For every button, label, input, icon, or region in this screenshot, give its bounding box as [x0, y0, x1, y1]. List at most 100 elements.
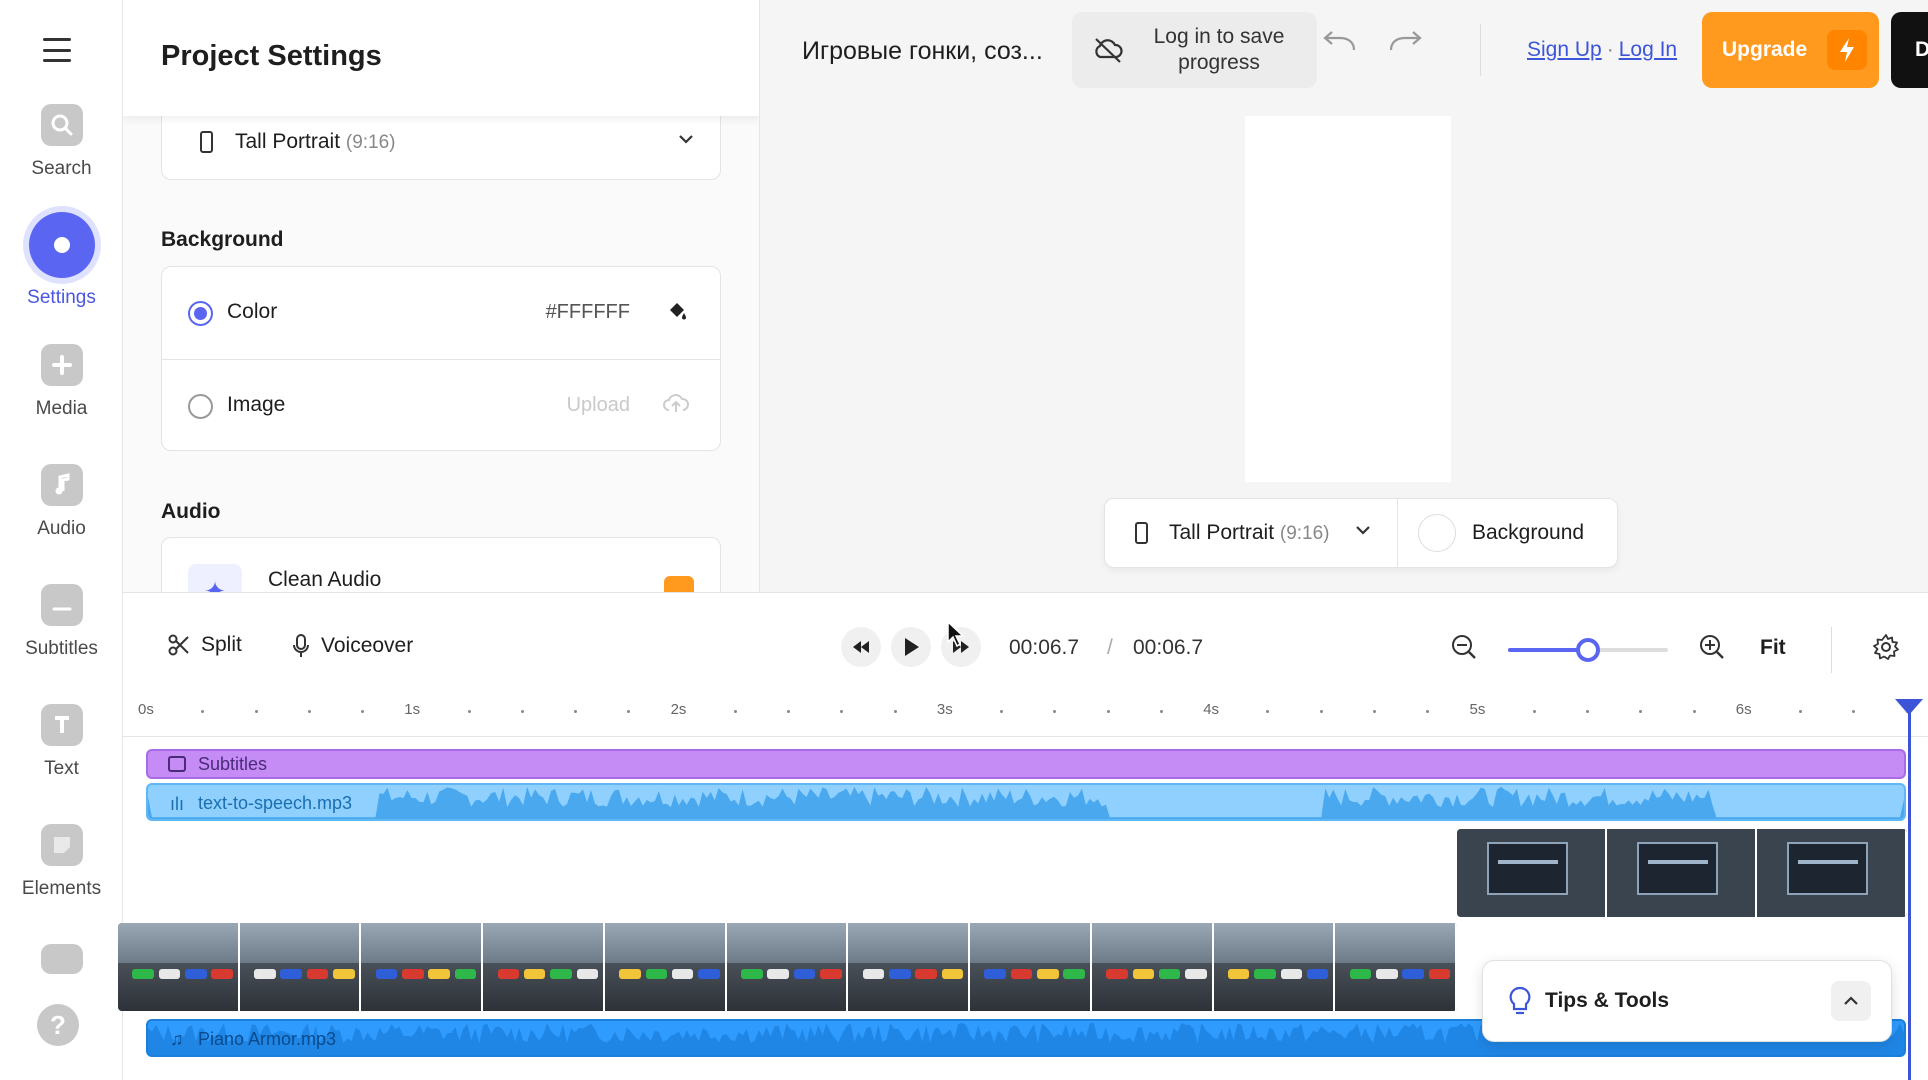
background-option-color[interactable]: Color #FFFFFF — [162, 267, 720, 359]
video-frame-thumbnail — [970, 923, 1092, 1011]
aspect-ratio: (9:16) — [345, 132, 396, 153]
sidebar-item-more[interactable] — [0, 944, 123, 974]
sidebar-item-text[interactable]: Text — [0, 704, 123, 814]
video-frame-thumbnail — [361, 923, 484, 1011]
sidebar-item-label: Settings — [27, 287, 96, 308]
canvas-aspect-dropdown[interactable]: Tall Portrait (9:16) — [1105, 499, 1398, 567]
sidebar-item-search[interactable]: Search — [0, 104, 123, 214]
subtitles-track-label: Subtitles — [198, 754, 268, 774]
video-frame-thumbnail — [483, 923, 605, 1011]
sidebar-item-settings[interactable]: Settings — [0, 212, 123, 322]
gear-icon[interactable] — [1872, 633, 1900, 661]
cloud-upload-icon[interactable] — [662, 392, 690, 416]
log-in-to-save-button[interactable]: Log in to save progress — [1072, 12, 1317, 88]
paint-bucket-icon[interactable] — [666, 299, 690, 323]
canvas-aspect-label: Tall Portrait — [1169, 521, 1275, 544]
left-sidebar: Search Settings Media Audio Subtitles Te… — [0, 0, 123, 1080]
sidebar-item-label: Elements — [21, 878, 102, 899]
sidebar-item-audio[interactable]: Audio — [0, 464, 123, 574]
ruler-minor-tick — [1106, 710, 1110, 713]
ruler-minor-tick — [787, 710, 791, 713]
canvas-background-button[interactable]: Background — [1398, 499, 1618, 567]
sidebar-item-label: Search — [31, 158, 92, 179]
video-icon — [40, 944, 83, 974]
log-in-link[interactable]: Log In — [1619, 38, 1677, 61]
play-icon — [905, 638, 919, 656]
redo-icon[interactable] — [1387, 30, 1425, 58]
phone-icon — [1135, 522, 1148, 544]
ruler-minor-tick — [520, 710, 524, 713]
playhead[interactable] — [1895, 699, 1923, 1080]
upload-button[interactable]: Upload — [567, 394, 630, 417]
color-radio[interactable] — [188, 301, 213, 326]
split-button[interactable]: Split — [167, 633, 242, 657]
dark-action-button[interactable]: D — [1891, 12, 1928, 88]
image-option-label: Image — [227, 393, 286, 416]
ruler-minor-tick — [254, 710, 258, 713]
collapse-button[interactable] — [1831, 981, 1871, 1021]
aspect-label: Tall Portrait — [235, 130, 341, 153]
canvas-aspect-ratio: (9:16) — [1279, 523, 1330, 544]
zoom-slider-handle[interactable] — [1576, 638, 1600, 662]
video-frame-thumbnail — [1757, 829, 1907, 917]
sidebar-item-media[interactable]: Media — [0, 344, 123, 454]
phone-icon — [200, 131, 213, 153]
ruler-minor-tick — [361, 710, 365, 713]
subtitles-icon — [168, 756, 186, 772]
help-icon[interactable]: ? — [37, 1004, 79, 1046]
ruler-minor-tick — [1053, 710, 1057, 713]
rewind-icon — [853, 641, 869, 653]
music-track-label: Piano Armor.mp3 — [198, 1029, 337, 1049]
ruler-minor-tick — [307, 710, 311, 713]
neural-networks-video-clip[interactable] — [1457, 829, 1907, 917]
lightbulb-icon — [1509, 986, 1531, 1015]
project-settings-panel: Project Settings Tall Portrait (9:16) Ba… — [123, 0, 760, 592]
upgrade-button[interactable]: Upgrade — [1702, 12, 1879, 88]
tts-waveform — [148, 786, 1904, 819]
racing-video-clip[interactable] — [118, 923, 1457, 1011]
ruler-tick: 0s — [138, 701, 154, 718]
zoom-slider[interactable] — [1508, 638, 1668, 662]
save-label: Log in to save progress — [1153, 25, 1285, 74]
ruler-minor-tick — [1266, 710, 1270, 713]
auth-separator: · — [1606, 38, 1614, 61]
background-option-image[interactable]: Image Upload — [162, 359, 720, 451]
ruler-divider — [123, 736, 1928, 737]
color-hex-value[interactable]: #FFFFFF — [546, 301, 630, 324]
elements-icon — [40, 824, 83, 866]
zoom-out-icon[interactable] — [1450, 633, 1478, 661]
ruler-tick: 1s — [404, 701, 421, 718]
video-frame-thumbnail — [1457, 829, 1607, 917]
video-frame-thumbnail — [1335, 923, 1457, 1011]
zoom-in-icon[interactable] — [1698, 633, 1726, 661]
rewind-button[interactable] — [841, 627, 881, 667]
waveform-shape — [148, 786, 1904, 819]
project-name[interactable]: Игровые гонки, соз... — [802, 37, 1043, 66]
canvas-toolbar: Tall Portrait (9:16) Background — [1104, 498, 1618, 568]
voiceover-button[interactable]: Voiceover — [291, 633, 413, 659]
ruler-minor-tick — [1799, 710, 1803, 713]
clean-audio-option[interactable]: ✦ Clean Audio — [161, 537, 721, 592]
background-section-title: Background — [161, 228, 284, 251]
tips-and-tools-panel[interactable]: Tips & Tools — [1482, 960, 1892, 1042]
video-canvas-preview[interactable] — [1245, 116, 1451, 482]
tts-audio-track[interactable]: ılı text-to-speech.mp3 — [146, 783, 1906, 821]
ruler-tick: 2s — [670, 701, 687, 718]
sign-up-link[interactable]: Sign Up — [1527, 38, 1602, 61]
fit-button[interactable]: Fit — [1760, 636, 1786, 660]
hamburger-menu-icon[interactable] — [43, 38, 71, 62]
undo-icon[interactable] — [1320, 30, 1358, 58]
color-option-label: Color — [227, 300, 278, 323]
video-frame-thumbnail — [848, 923, 971, 1011]
plus-icon — [40, 344, 83, 386]
image-radio[interactable] — [188, 394, 213, 419]
sidebar-item-elements[interactable]: Elements — [0, 824, 123, 934]
divider — [1831, 627, 1832, 673]
play-button[interactable] — [891, 627, 931, 667]
subtitles-icon — [40, 584, 83, 626]
ruler-tick: 4s — [1203, 701, 1220, 718]
current-time: 00:06.7 — [1009, 636, 1080, 659]
timeline-ruler[interactable]: 0s 1s 2s 3s 4s 5s 6s — [138, 701, 1918, 731]
sidebar-item-subtitles[interactable]: Subtitles — [0, 584, 123, 694]
subtitles-track[interactable]: Subtitles — [146, 749, 1906, 779]
